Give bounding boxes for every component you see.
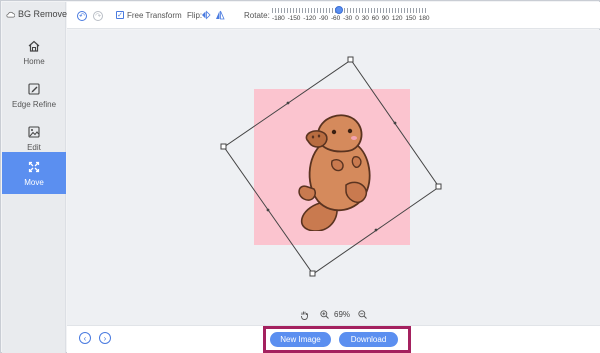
- hand-pan-icon[interactable]: [300, 310, 309, 320]
- rotate-tick: -180: [272, 15, 285, 22]
- bottom-bar: ‹ › New Image Download: [67, 325, 600, 353]
- flip-vertical-icon[interactable]: [215, 10, 225, 20]
- rotate-tick-labels: -180 -150 -120 -90 -60 -30 0 30 60 90 12…: [272, 15, 432, 22]
- edit-pen-icon: [28, 82, 40, 95]
- sidebar-item-label: Edit: [27, 142, 41, 152]
- sidebar-item-label: Edge Refine: [11, 99, 57, 109]
- rotate-label: Rotate:: [244, 11, 270, 20]
- rotate-tick: -150: [287, 15, 301, 22]
- rotate-slider-handle[interactable]: [335, 6, 343, 14]
- platypus-image[interactable]: [288, 111, 388, 231]
- check-icon: ✓: [117, 12, 123, 19]
- rotate-tick: 60: [371, 15, 379, 22]
- download-button[interactable]: Download: [339, 332, 398, 347]
- rotate-tick: -60: [330, 15, 341, 22]
- rotate-slider[interactable]: -180 -150 -120 -90 -60 -30 0 30 60 90 12…: [272, 6, 430, 26]
- zoom-level: 69%: [334, 310, 351, 319]
- rotate-tick: 90: [381, 15, 389, 22]
- rotate-tick: -30: [343, 15, 353, 22]
- zoom-out-icon[interactable]: [358, 310, 367, 319]
- next-button[interactable]: ›: [99, 332, 111, 344]
- sidebar-item-home[interactable]: Home: [2, 31, 66, 73]
- free-transform-label: Free Transform: [127, 11, 182, 20]
- rotate-tick: 0: [355, 15, 359, 22]
- free-transform-checkbox[interactable]: ✓: [116, 11, 124, 19]
- new-image-button[interactable]: New Image: [270, 332, 331, 347]
- editor-canvas[interactable]: [67, 30, 600, 305]
- zoom-bar: 69%: [67, 305, 600, 325]
- redo-button[interactable]: ↷: [93, 11, 103, 21]
- app-window: BG Remover Home Edge Refine Edit Move ↶ …: [0, 0, 600, 353]
- toolbar: ↶ ↷ ✓ Free Transform Flip: Rotate: -180 …: [67, 2, 600, 29]
- chevron-left-icon: ‹: [83, 333, 87, 343]
- move-arrows-icon: [28, 161, 40, 172]
- transform-handle[interactable]: [220, 143, 227, 150]
- home-icon: [28, 40, 40, 52]
- rotate-tick: 150: [405, 15, 416, 22]
- sidebar-item-edge-refine[interactable]: Edge Refine: [2, 74, 66, 116]
- redo-icon: ↷: [95, 12, 101, 20]
- rotate-ruler-ticks: [272, 8, 426, 13]
- rotate-tick: 30: [361, 15, 369, 22]
- sidebar-item-move[interactable]: Move: [2, 152, 66, 194]
- app-title: BG Remover: [6, 9, 70, 19]
- rotate-tick: 120: [391, 15, 403, 22]
- sidebar-item-label: Move: [24, 177, 44, 187]
- transform-handle[interactable]: [347, 56, 354, 63]
- cloud-logo-icon: [6, 11, 15, 17]
- sidebar-item-label: Home: [23, 56, 45, 66]
- zoom-in-icon[interactable]: [320, 310, 329, 319]
- sidebar: BG Remover Home Edge Refine Edit Move: [2, 2, 70, 353]
- rotate-tick: 180: [418, 15, 430, 22]
- flip-horizontal-icon[interactable]: [201, 10, 211, 20]
- rotate-tick: -120: [303, 15, 316, 22]
- undo-button[interactable]: ↶: [77, 11, 87, 21]
- undo-icon: ↶: [79, 12, 85, 20]
- flip-label: Flip:: [187, 11, 203, 20]
- transform-handle[interactable]: [435, 183, 442, 190]
- chevron-right-icon: ›: [103, 333, 107, 343]
- previous-button[interactable]: ‹: [79, 332, 91, 344]
- transform-handle[interactable]: [309, 270, 316, 277]
- image-edit-icon: [28, 125, 40, 138]
- rotate-tick: -90: [318, 15, 328, 22]
- app-title-label: BG Remover: [18, 9, 71, 19]
